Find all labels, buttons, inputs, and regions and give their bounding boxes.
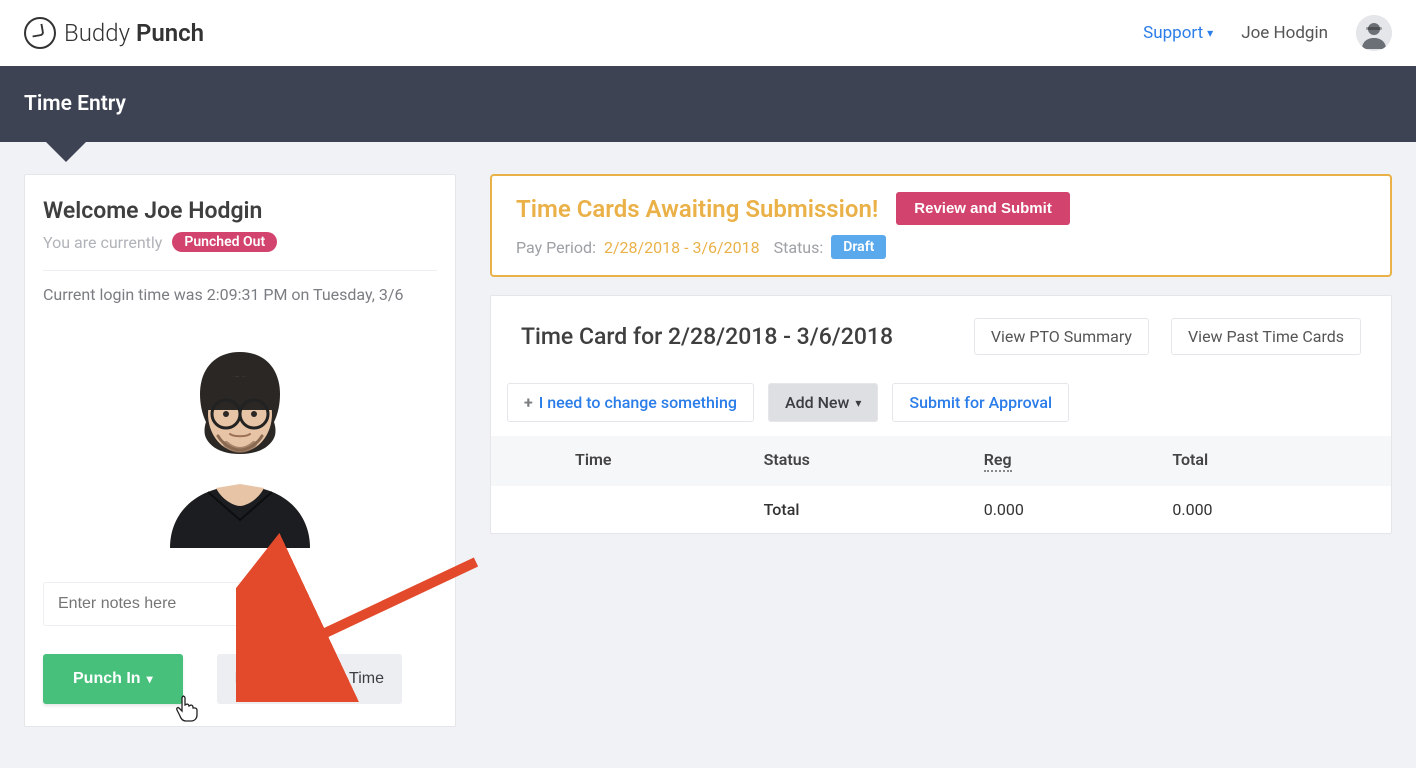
timecard-title: Time Card for 2/28/2018 - 3/6/2018 bbox=[521, 323, 893, 350]
notes-input[interactable] bbox=[43, 582, 303, 626]
col-total: Total bbox=[1172, 450, 1361, 472]
brand-logo[interactable]: Buddy Punch bbox=[24, 17, 204, 49]
status-prefix: You are currently bbox=[43, 233, 162, 252]
punch-in-label: Punch In bbox=[73, 670, 141, 688]
punch-card: Welcome Joe Hodgin You are currently Pun… bbox=[24, 174, 456, 727]
add-new-label: Add New bbox=[785, 393, 849, 412]
brand-name-1: Buddy bbox=[64, 19, 130, 47]
col-time: Time bbox=[521, 450, 764, 472]
total-reg: 0.000 bbox=[984, 500, 1173, 519]
chevron-down-icon: ▾ bbox=[1207, 26, 1213, 40]
submit-approval-button[interactable]: Submit for Approval bbox=[892, 383, 1069, 422]
pay-period-label: Pay Period: bbox=[516, 238, 596, 257]
divider bbox=[43, 270, 437, 271]
change-something-button[interactable]: + I need to change something bbox=[507, 383, 754, 422]
punch-in-button[interactable]: Punch In ▾ bbox=[43, 654, 183, 704]
support-label: Support bbox=[1143, 23, 1203, 43]
status-line: You are currently Punched Out bbox=[43, 232, 437, 252]
submit-label: Submit for Approval bbox=[909, 393, 1052, 412]
add-new-button[interactable]: Add New ▾ bbox=[768, 383, 878, 422]
brand-name-2: Punch bbox=[136, 19, 204, 47]
chevron-down-icon: ▾ bbox=[147, 672, 153, 686]
table-header-row: Time Status Reg Total bbox=[491, 436, 1391, 486]
clock-icon bbox=[24, 17, 56, 49]
review-submit-label: Review and Submit bbox=[914, 200, 1052, 217]
page-title: Time Entry bbox=[24, 92, 126, 116]
status-badge: Punched Out bbox=[172, 232, 277, 252]
review-submit-button[interactable]: Review and Submit bbox=[896, 192, 1070, 225]
avatar[interactable] bbox=[1356, 15, 1392, 51]
status-label: Status: bbox=[774, 238, 824, 257]
submission-alert: Time Cards Awaiting Submission! Review a… bbox=[490, 174, 1392, 277]
table-total-row: Total 0.000 0.000 bbox=[491, 486, 1391, 533]
view-pto-label: View PTO Summary bbox=[991, 327, 1132, 346]
punch-in-edit-button[interactable]: Punch In & Edit Time bbox=[217, 654, 402, 704]
view-pto-button[interactable]: View PTO Summary bbox=[974, 318, 1149, 355]
draft-badge: Draft bbox=[831, 235, 886, 259]
col-reg: Reg bbox=[984, 450, 1173, 472]
alert-title: Time Cards Awaiting Submission! bbox=[516, 195, 878, 223]
chevron-down-icon: ▾ bbox=[855, 396, 861, 410]
tab-pointer-icon bbox=[44, 140, 88, 162]
page-header: Time Entry bbox=[0, 66, 1416, 142]
login-time-text: Current login time was 2:09:31 PM on Tue… bbox=[43, 285, 437, 304]
view-past-button[interactable]: View Past Time Cards bbox=[1171, 318, 1361, 355]
support-link[interactable]: Support ▾ bbox=[1143, 23, 1213, 43]
brand-text: Buddy Punch bbox=[64, 19, 204, 47]
total-total: 0.000 bbox=[1172, 500, 1361, 519]
col-status: Status bbox=[764, 450, 984, 472]
timecard-panel: Time Card for 2/28/2018 - 3/6/2018 View … bbox=[490, 295, 1392, 534]
change-label: I need to change something bbox=[539, 393, 737, 412]
plus-icon: + bbox=[524, 393, 533, 412]
timecard-table: Time Status Reg Total Total 0.000 0.000 bbox=[491, 436, 1391, 533]
avatar-icon bbox=[1356, 15, 1392, 51]
pay-period-range: 2/28/2018 - 3/6/2018 bbox=[604, 238, 760, 257]
profile-photo bbox=[130, 326, 350, 548]
punch-in-edit-label: Punch In & Edit Time bbox=[235, 670, 384, 687]
total-label: Total bbox=[764, 500, 984, 519]
top-bar: Buddy Punch Support ▾ Joe Hodgin bbox=[0, 0, 1416, 66]
view-past-label: View Past Time Cards bbox=[1188, 327, 1344, 346]
user-name[interactable]: Joe Hodgin bbox=[1241, 23, 1328, 43]
welcome-heading: Welcome Joe Hodgin bbox=[43, 197, 437, 224]
